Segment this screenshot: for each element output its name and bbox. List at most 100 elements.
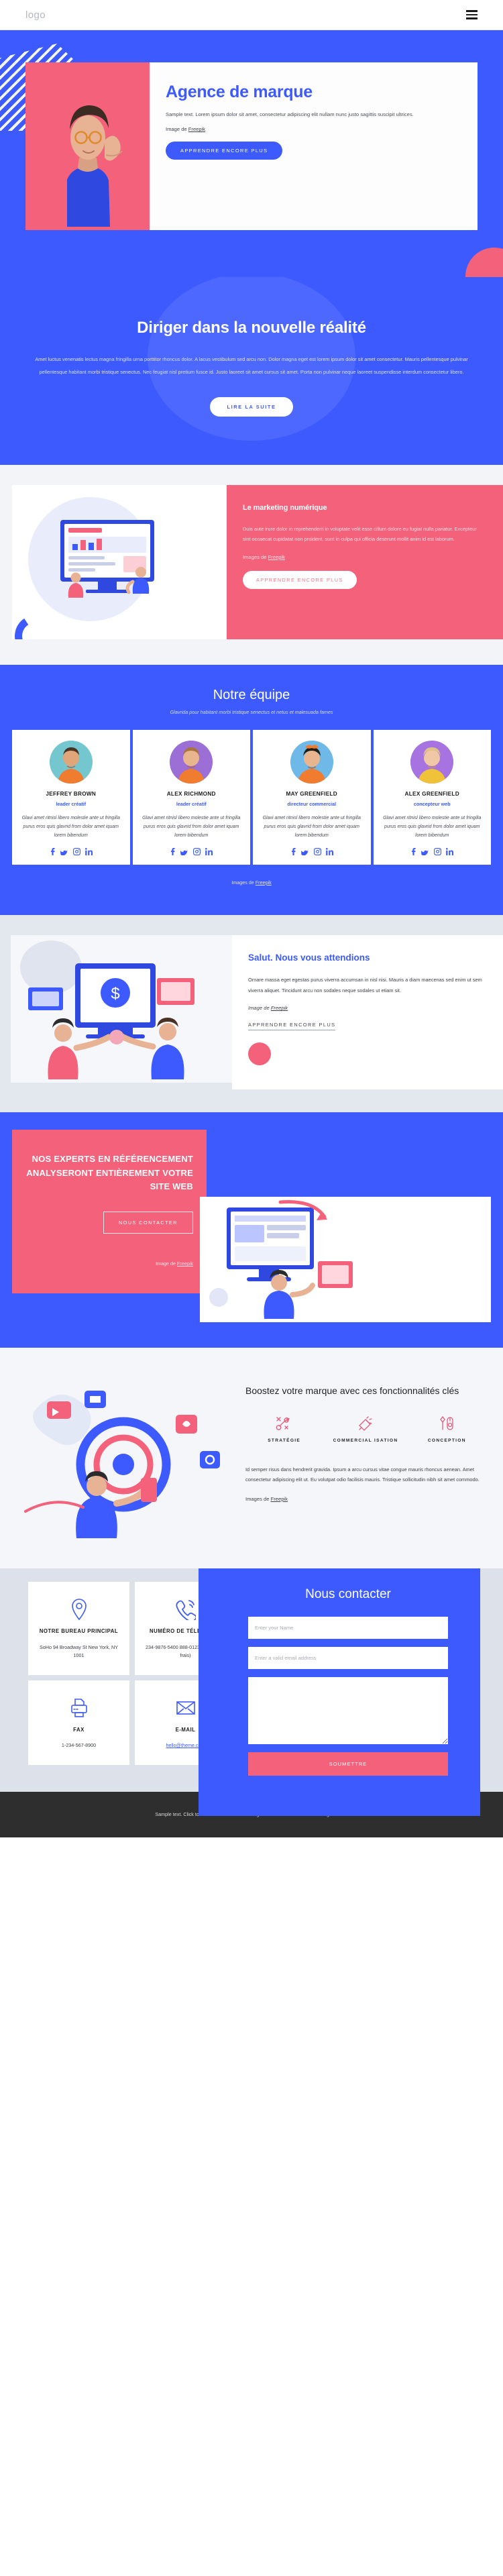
member-name: ALEX RICHMOND [166,791,216,798]
hero-lead: Sample text. Lorem ipsum dolor sit amet,… [166,111,414,117]
megaphone-icon [327,1415,404,1432]
twitter-icon[interactable] [180,848,189,855]
team-section: Notre équipe Glavrida pour habitant morb… [0,665,503,915]
team-member-card: ALEX GREENFIELD concepteur web Glavi ame… [373,730,491,865]
credit-prefix: Image de [156,1260,178,1267]
instagram-icon[interactable] [313,847,321,855]
banner-body: Amet luctus venenatis lectus magna fring… [35,356,468,375]
freepik-link[interactable]: Freepik [188,126,205,132]
portrait-illustration [410,741,454,784]
instagram-icon[interactable] [193,847,201,855]
features-illustration [9,1371,237,1542]
features-section: Boostez votre marque avec ces fonctionna… [0,1347,503,1568]
linkedin-icon[interactable] [446,847,454,855]
team-member-card: MAY GREENFIELD directeur commercial Glav… [253,730,371,865]
facebook-icon[interactable] [290,847,296,855]
seo-text-panel: NOS EXPERTS EN RÉFÉRENCEMENT ANALYSERONT… [12,1129,207,1294]
facebook-icon[interactable] [410,847,416,855]
credit-prefix: Images de [231,879,256,885]
site-logo[interactable]: logo [25,9,46,21]
hero-portrait-image [25,62,150,230]
twitter-icon[interactable] [421,848,430,855]
welcome-text-card: Salut. Nous vous attendions Ornare massa… [232,934,503,1089]
welcome-illustration: $ [11,934,232,1083]
twitter-icon[interactable] [60,848,68,855]
name-input[interactable] [248,1616,448,1639]
linkedin-icon[interactable] [325,847,333,855]
features-title: Boostez votre marque avec ces fonctionna… [245,1385,459,1396]
member-name: ALEX GREENFIELD [404,791,459,798]
features-text: Boostez votre marque avec ces fonctionna… [237,1371,503,1502]
feature-label: COMMERCIAL ISATION [333,1438,398,1443]
instagram-icon[interactable] [72,847,80,855]
freepik-link[interactable]: Freepik [268,554,285,560]
freepik-link[interactable]: Freepik [177,1260,193,1267]
member-role: concepteur web [413,801,451,808]
facebook-icon[interactable] [170,847,176,855]
marketing-image-credit: Images de Freepik [243,554,486,560]
banner-cta-button[interactable]: LIRE LA SUITE [210,397,293,417]
card-value: 1-234-567-8900 [61,1742,97,1749]
features-image-credit: Images de Freepik [245,1496,486,1502]
marketing-body: Duis aute irure dolor in reprehenderit i… [243,526,477,542]
seo-contact-button[interactable]: NOUS CONTACTER [103,1212,193,1234]
seo-illustration [200,1196,491,1322]
welcome-image-credit: Image de Freepik [248,1005,486,1011]
email-input[interactable] [248,1646,448,1669]
welcome-title: Salut. Nous vous attendions [248,952,370,963]
welcome-cta-link[interactable]: APPRENDRE ENCORE PLUS [248,1022,336,1031]
strategy-glyph [276,1417,290,1430]
map-pin-glyph [71,1599,87,1621]
hamburger-bar [466,13,478,16]
marketing-title: Le marketing numérique [243,504,327,513]
hamburger-icon[interactable] [466,10,478,19]
member-role: leader créatif [56,801,87,808]
dashboard-monitor-illustration [60,520,154,598]
twitter-icon[interactable] [300,848,309,855]
coral-circle-decoration [465,248,503,277]
hamburger-bar [466,10,478,12]
marketing-text-panel: Le marketing numérique Duis aute irure d… [227,485,503,640]
message-textarea[interactable] [248,1676,448,1744]
member-bio: Glavi amet ritnisl libero molestie ante … [142,816,241,838]
member-role: leader créatif [176,801,207,808]
linkedin-icon[interactable] [205,847,213,855]
marketing-illustration [12,485,227,640]
contact-card-office: NOTRE BUREAU PRINCIPAL SoHo 94 Broadway … [28,1581,129,1675]
features-body: Id semper risus dans hendrerit gravida. … [245,1466,480,1483]
team-subtitle: Glavrida pour habitant morbi tristique s… [170,709,333,716]
avatar [170,741,213,784]
credit-prefix: Image de [248,1005,271,1012]
hero-cta-button[interactable]: APPRENDRE ENCORE PLUS [166,142,283,160]
credit-prefix: Images de [245,1495,271,1502]
phone-glyph [175,1599,196,1620]
svg-text:$: $ [111,985,119,1003]
envelope-glyph [176,1701,195,1715]
card-value: SoHo 94 Broadway St New York, NY 1001 [39,1644,119,1659]
freepik-link[interactable]: Freepik [271,1496,288,1502]
freepik-link[interactable]: Freepik [271,1005,288,1011]
web-analysis-illustration [209,1199,353,1319]
avatar [410,741,454,784]
member-name: MAY GREENFIELD [286,791,338,798]
megaphone-glyph [359,1416,372,1431]
social-links [138,847,245,855]
social-media-growth-illustration [24,1390,220,1538]
hamburger-bar [466,17,478,19]
navbar: logo [0,0,503,30]
linkedin-icon[interactable] [85,847,93,855]
seo-section: NOS EXPERTS EN RÉFÉRENCEMENT ANALYSERONT… [0,1112,503,1348]
lead-banner-section: Diriger dans la nouvelle réalité Amet lu… [0,277,503,466]
instagram-icon[interactable] [434,847,442,855]
card-title: FAX [73,1726,85,1733]
freepik-link[interactable]: Freepik [256,879,272,885]
hero-text-card: Agence de marque Sample text. Lorem ipsu… [150,62,478,230]
contact-form-panel: Nous contacter SOUMETTRE [199,1568,480,1816]
submit-button[interactable]: SOUMETTRE [248,1752,448,1776]
hero-image-credit: Image de Freepik [166,126,460,132]
strategy-icon [245,1415,323,1432]
printer-icon [35,1694,123,1722]
marketing-cta-button[interactable]: APPRENDRE ENCORE PLUS [243,570,357,589]
facebook-icon[interactable] [50,847,56,855]
team-grid: JEFFREY BROWN leader créatif Glavi amet … [12,730,491,865]
